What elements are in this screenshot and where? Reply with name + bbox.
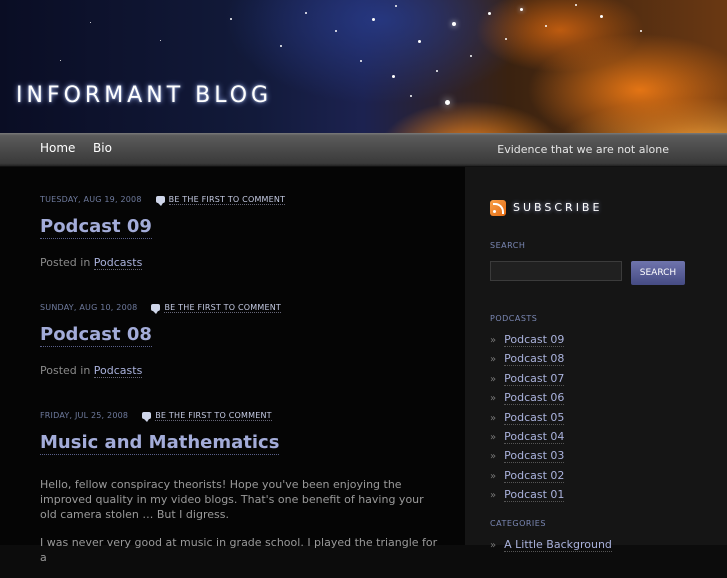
comment-link[interactable]: BE THE FIRST TO COMMENT — [155, 411, 272, 421]
header-banner: INFORMANT BLOG — [0, 0, 727, 133]
bullet-icon: » — [490, 412, 497, 424]
comment-icon — [151, 304, 161, 314]
bullet-icon: » — [490, 490, 497, 502]
bullet-icon: » — [490, 373, 497, 385]
post-meta: TUESDAY, AUG 19, 2008 BE THE FIRST TO COM… — [40, 195, 286, 206]
post-date: SUNDAY, AUG 10, 2008 — [40, 303, 138, 312]
list-item: » Podcast 03 — [490, 449, 565, 468]
site-title[interactable]: INFORMANT BLOG — [16, 83, 272, 108]
bullet-icon: » — [490, 393, 497, 405]
podcast-link[interactable]: Podcast 01 — [504, 488, 565, 503]
rss-icon — [490, 199, 506, 216]
comment-link[interactable]: BE THE FIRST TO COMMENT — [168, 195, 286, 205]
podcast-link[interactable]: Podcast 03 — [504, 449, 565, 464]
list-item: » Podcast 07 — [490, 371, 565, 391]
post-body: Hello, fellow conspiracy theorists! Hope… — [40, 477, 440, 578]
bullet-icon: » — [490, 335, 497, 346]
nav-home-link[interactable]: Home — [40, 141, 75, 155]
post-date: TUESDAY, AUG 19, 2008 — [40, 195, 142, 204]
podcast-link[interactable]: Podcast 06 — [504, 391, 565, 406]
podcast-link[interactable]: Podcast 08 — [504, 352, 565, 367]
posted-in-label: Posted in — [40, 256, 91, 269]
post-paragraph: Hello, fellow conspiracy theorists! Hope… — [40, 478, 424, 521]
list-item: » Podcast 02 — [490, 468, 565, 488]
categories-list: » A Little Background — [490, 538, 612, 557]
podcast-link[interactable]: Podcast 05 — [504, 410, 565, 425]
list-item: » Podcast 01 — [490, 488, 565, 507]
search-input[interactable] — [490, 261, 622, 281]
list-item: » Podcast 08 — [490, 352, 565, 371]
post-category-line: Posted in Podcasts — [40, 364, 143, 378]
list-item: » Podcast 09 — [490, 333, 565, 352]
post-date: FRIDAY, JUL 25, 2008 — [40, 411, 129, 420]
sidebar: SUBSCRIBE SEARCH SEARCH PODCASTS » Podcas… — [465, 167, 727, 552]
list-item: » Podcast 04 — [490, 429, 565, 449]
bullet-icon: » — [490, 431, 497, 443]
post-category-line: Posted in Podcasts — [40, 256, 143, 270]
site-tagline: Evidence that we are not alone — [497, 143, 669, 156]
category-link[interactable]: A Little Background — [504, 538, 612, 552]
bullet-icon: » — [490, 451, 497, 463]
category-link[interactable]: Podcasts — [93, 364, 143, 378]
comment-icon — [155, 196, 165, 206]
subscribe-link[interactable]: SUBSCRIBE — [490, 197, 602, 216]
nav-bio-link[interactable]: Bio — [93, 141, 112, 155]
post-title[interactable]: Podcast 08 — [40, 324, 152, 347]
bullet-icon: » — [490, 354, 497, 366]
nav-bar: Home Bio Evidence that we are not alone — [0, 133, 727, 167]
bullet-icon: » — [490, 540, 497, 551]
podcast-link[interactable]: Podcast 02 — [504, 468, 565, 483]
post-title[interactable]: Music and Mathematics — [40, 432, 280, 455]
search-widget-title: SEARCH — [490, 241, 526, 250]
post-title[interactable]: Podcast 09 — [40, 216, 152, 239]
category-link[interactable]: Podcasts — [93, 256, 143, 270]
post-meta: FRIDAY, JUL 25, 2008 BE THE FIRST TO COMM… — [40, 411, 272, 422]
list-item: » A Little Background — [490, 538, 612, 557]
subscribe-label: SUBSCRIBE — [513, 201, 603, 214]
podcasts-list: » Podcast 09 » Podcast 08 » Podcast 07 » Pod… — [490, 333, 565, 508]
post-paragraph: I was never very good at music in grade … — [40, 536, 438, 564]
comment-link[interactable]: BE THE FIRST TO COMMENT — [164, 303, 282, 313]
categories-widget-title: CATEGORIES — [490, 519, 546, 528]
list-item: » Podcast 06 — [490, 391, 565, 410]
podcast-link[interactable]: Podcast 04 — [504, 429, 565, 444]
post-meta: SUNDAY, AUG 10, 2008 BE THE FIRST TO COMM… — [40, 303, 282, 314]
posted-in-label: Posted in — [40, 364, 91, 377]
podcast-link[interactable]: Podcast 07 — [504, 371, 565, 386]
main-content: TUESDAY, AUG 19, 2008 BE THE FIRST TO COM… — [0, 167, 465, 564]
comment-icon — [142, 412, 152, 422]
search-button[interactable]: SEARCH — [631, 261, 685, 285]
list-item: » Podcast 05 — [490, 410, 565, 430]
podcasts-widget-title: PODCASTS — [490, 314, 538, 323]
podcast-link[interactable]: Podcast 09 — [504, 333, 565, 347]
bullet-icon: » — [490, 470, 497, 482]
